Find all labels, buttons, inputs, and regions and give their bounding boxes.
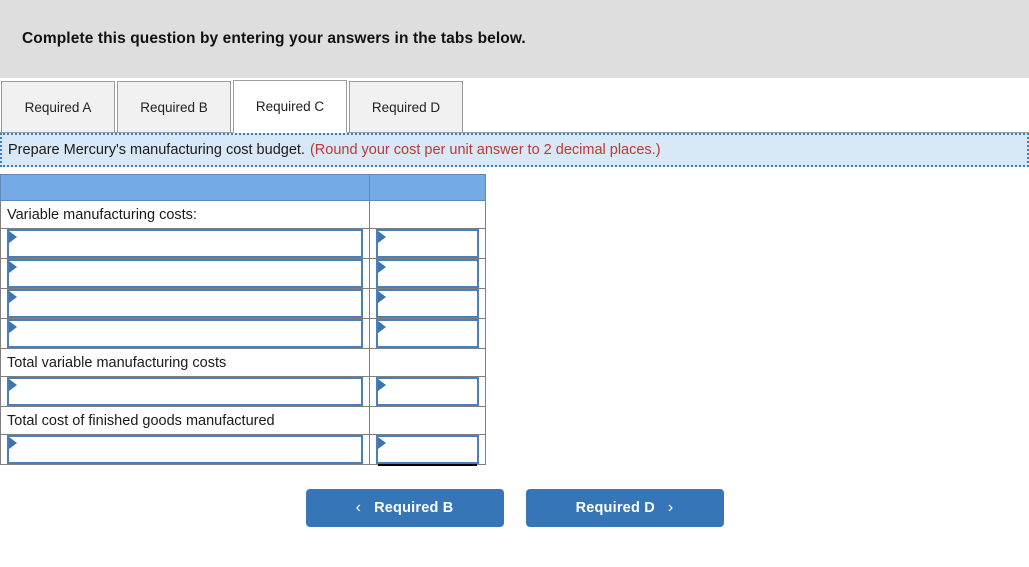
prev-button-label: Required B [374,500,454,516]
next-required-d-button[interactable]: Required D › [525,489,724,527]
row-value-total-finished-goods [369,406,486,435]
caret-right-icon [378,291,386,303]
row-label-total-variable: Total variable manufacturing costs [0,348,370,377]
row-label-select-cell [0,434,370,465]
row-label-total-finished-goods: Total cost of finished goods manufacture… [0,406,370,435]
caret-right-icon [378,261,386,273]
manufacturing-cost-budget-table: Variable manufacturing costs: Total vari… [0,174,486,466]
amount-input-3[interactable] [376,289,479,318]
table-row: Total variable manufacturing costs [0,348,486,377]
table-row: Total cost of finished goods manufacture… [0,406,486,435]
header-cell-value [369,174,486,201]
row-value-select-cell [369,434,486,466]
amount-input-value [378,231,477,236]
amount-input-value [378,437,477,442]
amount-input-4[interactable] [376,319,479,348]
table-row [0,318,486,349]
account-select-6[interactable] [7,435,363,464]
tab-required-b[interactable]: Required B [117,81,231,133]
table-row: Variable manufacturing costs: [0,200,486,229]
question-banner: Complete this question by entering your … [0,0,1029,78]
row-value-select-cell [369,288,486,319]
amount-input-5[interactable] [376,377,479,406]
tab-label: Required D [371,99,441,115]
manufacturing-cost-budget-table-wrap: Variable manufacturing costs: Total vari… [0,167,1029,466]
row-label-select-cell [0,228,370,259]
requirement-rounding-hint: (Round your cost per unit answer to 2 de… [309,142,661,158]
tab-required-d[interactable]: Required D [349,81,463,133]
account-select-value [9,291,361,296]
requirement-tab-strip: Required A Required B Required C Require… [0,78,1029,133]
account-select-value [9,261,361,266]
amount-input-value [378,261,477,266]
row-label-select-cell [0,318,370,349]
caret-right-icon [9,437,17,449]
caret-right-icon [378,321,386,333]
amount-input-value [378,379,477,384]
caret-right-icon [9,291,17,303]
requirement-prompt-bar: Prepare Mercury's manufacturing cost bud… [0,133,1029,167]
table-row [0,228,486,259]
account-select-value [9,437,361,442]
row-value-total-variable [369,348,486,377]
caret-right-icon [378,379,386,391]
tab-label: Required C [255,99,325,114]
row-label-select-cell [0,288,370,319]
row-label-select-cell [0,376,370,407]
account-select-value [9,321,361,326]
requirement-prompt-text: Prepare Mercury's manufacturing cost bud… [8,142,305,158]
row-value [369,200,486,229]
next-button-label: Required D [575,500,655,516]
navigation-button-row: ‹ Required B Required D › [0,489,1029,527]
tab-label: Required B [140,99,208,115]
table-header-row [0,174,486,201]
row-value-select-cell [369,318,486,349]
prev-required-b-button[interactable]: ‹ Required B [305,489,504,527]
tab-label: Required A [24,99,92,115]
caret-right-icon [9,231,17,243]
row-value-select-cell [369,228,486,259]
table-row [0,376,486,407]
account-select-2[interactable] [7,259,363,288]
account-select-3[interactable] [7,289,363,318]
caret-right-icon [378,231,386,243]
chevron-right-icon: › [667,499,674,516]
tab-required-c[interactable]: Required C [233,80,347,133]
account-select-5[interactable] [7,377,363,406]
amount-input-6[interactable] [376,435,479,466]
tab-required-a[interactable]: Required A [1,81,115,133]
question-banner-title: Complete this question by entering your … [22,30,526,47]
caret-right-icon [9,261,17,273]
account-select-1[interactable] [7,229,363,258]
amount-input-value [378,321,477,326]
chevron-left-icon: ‹ [355,499,362,516]
caret-right-icon [9,321,17,333]
row-label-select-cell [0,258,370,289]
row-value-select-cell [369,376,486,407]
header-cell-label [0,174,370,201]
row-label: Variable manufacturing costs: [0,200,370,229]
amount-input-value [378,291,477,296]
amount-input-2[interactable] [376,259,479,288]
account-select-value [9,379,361,384]
table-row [0,434,486,466]
table-row [0,288,486,319]
caret-right-icon [378,437,386,449]
row-value-select-cell [369,258,486,289]
amount-input-1[interactable] [376,229,479,258]
caret-right-icon [9,379,17,391]
account-select-value [9,231,361,236]
account-select-4[interactable] [7,319,363,348]
table-row [0,258,486,289]
